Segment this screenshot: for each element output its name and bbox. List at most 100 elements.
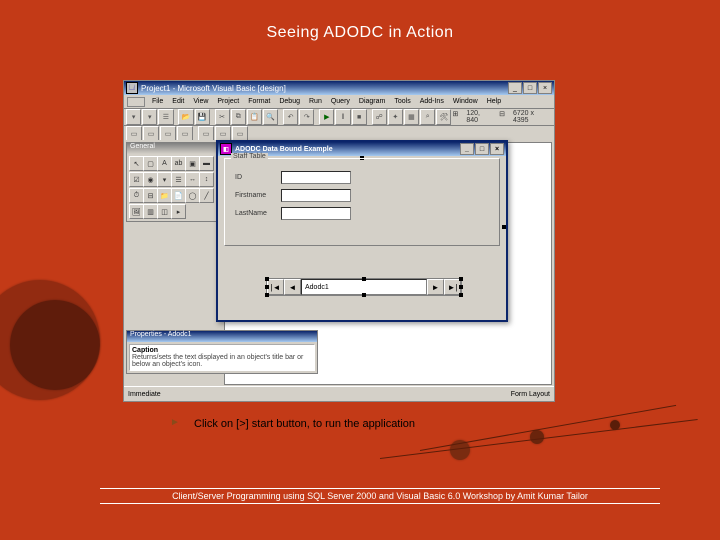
combobox-tool[interactable]: ▾	[157, 172, 172, 187]
menu-project[interactable]: Project	[213, 98, 243, 105]
toolbox-title: General	[127, 143, 217, 154]
undo-button[interactable]: ↶	[283, 109, 298, 125]
open-button[interactable]: 📂	[178, 109, 193, 125]
menu-bar: File Edit View Project Format Debug Run …	[124, 95, 554, 109]
menu-tools[interactable]: Tools	[390, 98, 414, 105]
new-project-button[interactable]: ▾	[126, 109, 141, 125]
form-title-text: ADODC Data Bound Example	[235, 146, 333, 153]
selection-handle[interactable]	[362, 277, 366, 281]
hscroll-tool[interactable]: ↔	[185, 172, 200, 187]
selection-handle[interactable]	[459, 277, 463, 281]
menu-debug[interactable]: Debug	[275, 98, 304, 105]
menu-addins[interactable]: Add-Ins	[416, 98, 448, 105]
size-text: 6720 x 4395	[513, 110, 548, 124]
menu-editor-button[interactable]: ☰	[158, 109, 173, 125]
redo-button[interactable]: ↷	[299, 109, 314, 125]
menu-query[interactable]: Query	[327, 98, 354, 105]
coord-text: 120, 840	[466, 110, 491, 124]
form-minimize-button[interactable]: _	[460, 143, 474, 155]
position-indicator: ⊞ 120, 840 ⊟ 6720 x 4395	[452, 110, 552, 124]
property-name: Caption	[132, 347, 312, 354]
maximize-button[interactable]: □	[523, 82, 537, 94]
label-id: ID	[235, 174, 281, 181]
size-icon: ⊟	[499, 110, 505, 124]
find-button[interactable]: 🔍	[263, 109, 278, 125]
adodc-first-button[interactable]: |◄	[267, 279, 284, 295]
image-tool[interactable]: 🖼	[129, 204, 144, 219]
commandbutton-tool[interactable]: ▬	[199, 156, 214, 171]
frame-tool[interactable]: ▣	[185, 156, 200, 171]
timer-tool[interactable]: ⏱	[129, 188, 144, 203]
picturebox-tool[interactable]: ▢	[143, 156, 158, 171]
textbox-tool[interactable]: ab	[171, 156, 186, 171]
selection-handle[interactable]	[265, 277, 269, 281]
adodc-control[interactable]: |◄ ◄ Adodc1 ► ►|	[266, 278, 462, 296]
start-button[interactable]: ▶	[319, 109, 334, 125]
drivelist-tool[interactable]: ⊟	[143, 188, 158, 203]
instruction-text: Click on [>] start button, to run the ap…	[194, 418, 415, 430]
selection-handle[interactable]	[265, 293, 269, 297]
ide-statusbar: Immediate Form Layout	[124, 386, 554, 401]
form-layout-button[interactable]: ▦	[404, 109, 419, 125]
form-sys-icon	[127, 97, 145, 107]
form-client-area[interactable]: ID Firstname LastName |◄ ◄ Adodc1 ► ►|	[218, 156, 506, 298]
shape-tool[interactable]: ◯	[185, 188, 200, 203]
instruction-bullet: ► Click on [>] start button, to run the …	[170, 418, 415, 430]
selection-handle[interactable]	[362, 293, 366, 297]
dirlist-tool[interactable]: 📁	[157, 188, 172, 203]
save-button[interactable]: 💾	[195, 109, 210, 125]
form-close-button[interactable]: ×	[490, 143, 504, 155]
copy-button[interactable]: ⧉	[231, 109, 246, 125]
menu-window[interactable]: Window	[449, 98, 482, 105]
textbox-id[interactable]	[281, 171, 351, 184]
ole-tool[interactable]: ◫	[157, 204, 172, 219]
slide-footer: Client/Server Programming using SQL Serv…	[100, 488, 660, 504]
paste-button[interactable]: 📋	[247, 109, 262, 125]
project-explorer-button[interactable]: ☍	[372, 109, 387, 125]
menu-run[interactable]: Run	[305, 98, 326, 105]
adodc-prev-button[interactable]: ◄	[284, 279, 301, 295]
menu-file[interactable]: File	[148, 98, 167, 105]
cut-button[interactable]: ✂	[215, 109, 230, 125]
frame-staff-table[interactable]: ID Firstname LastName	[224, 158, 500, 246]
vscroll-tool[interactable]: ↕	[199, 172, 214, 187]
selection-handle[interactable]	[459, 293, 463, 297]
object-browser-button[interactable]: ⌕	[420, 109, 435, 125]
data-tool[interactable]: ▥	[143, 204, 158, 219]
menu-view[interactable]: View	[189, 98, 212, 105]
selection-handle[interactable]	[265, 285, 269, 289]
menu-diagram[interactable]: Diagram	[355, 98, 389, 105]
label-lastname: LastName	[235, 210, 281, 217]
optionbutton-tool[interactable]: ◉	[143, 172, 158, 187]
property-description: Returns/sets the text displayed in an ob…	[132, 354, 312, 368]
pos-icon: ⊞	[452, 110, 458, 124]
slide-title: Seeing ADODC in Action	[0, 24, 720, 42]
break-button[interactable]: ‖	[335, 109, 350, 125]
selection-handle[interactable]	[502, 225, 506, 229]
checkbox-tool[interactable]: ☑	[129, 172, 144, 187]
bullet-icon: ►	[170, 418, 180, 428]
adodc-tool[interactable]: ▸	[171, 204, 186, 219]
selection-handle[interactable]	[459, 285, 463, 289]
add-form-button[interactable]: ▾	[142, 109, 157, 125]
textbox-firstname[interactable]	[281, 189, 351, 202]
menu-edit[interactable]: Edit	[168, 98, 188, 105]
listbox-tool[interactable]: ☰	[171, 172, 186, 187]
form-maximize-button[interactable]: □	[475, 143, 489, 155]
textbox-lastname[interactable]	[281, 207, 351, 220]
menu-help[interactable]: Help	[483, 98, 505, 105]
menu-format[interactable]: Format	[244, 98, 274, 105]
minimize-button[interactable]: _	[508, 82, 522, 94]
vb-icon: 🗔	[126, 82, 138, 94]
filelist-tool[interactable]: 📄	[171, 188, 186, 203]
end-button[interactable]: ■	[352, 109, 367, 125]
toolbox-button[interactable]: 🛠	[436, 109, 451, 125]
close-button[interactable]: ×	[538, 82, 552, 94]
adodc-next-button[interactable]: ►	[427, 279, 444, 295]
label-firstname: Firstname	[235, 192, 281, 199]
label-tool[interactable]: A	[157, 156, 172, 171]
toolbox-panel: General ↖ ▢ A ab ▣ ▬ ☑ ◉ ▾ ☰ ↔ ↕ ⏱ ⊟ 📁 📄…	[126, 142, 218, 222]
properties-window-button[interactable]: ✦	[388, 109, 403, 125]
pointer-tool[interactable]: ↖	[129, 156, 144, 171]
line-tool[interactable]: ╱	[199, 188, 214, 203]
